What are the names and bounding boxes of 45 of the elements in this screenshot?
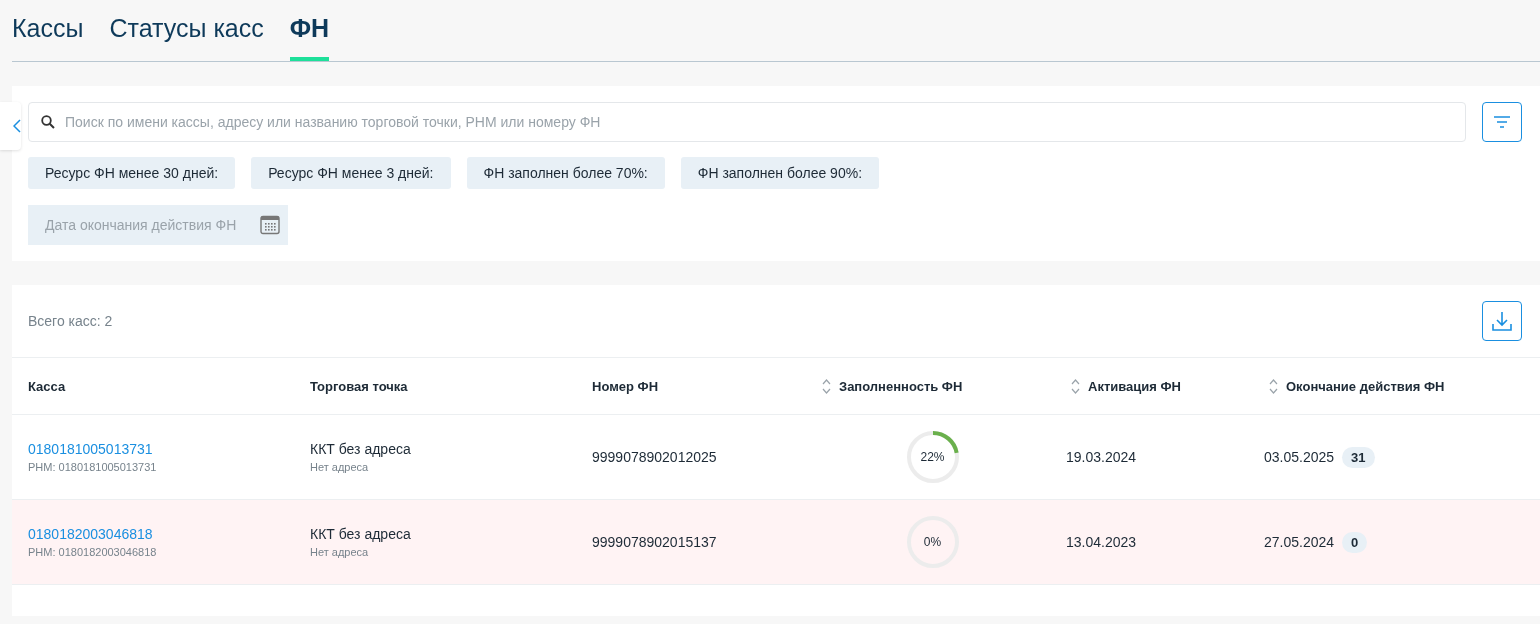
collapse-tab[interactable] [0,102,21,150]
activation-date: 19.03.2024 [1066,449,1137,465]
search-icon [41,115,55,129]
tab[interactable]: Статусы касс [109,12,264,61]
register-link[interactable]: 0180181005013731 [28,441,310,457]
rnm-text: РНМ: 0180181005013731 [28,461,158,473]
end-date: 03.05.2025 [1264,449,1335,465]
download-icon [1491,310,1513,332]
progress-ring [905,430,960,484]
fill-percent: 22% [920,450,945,464]
total-count: Всего касс: 2 [28,313,113,329]
sort-icon[interactable] [1269,378,1278,394]
chevron-left-icon [13,119,21,133]
days-left-badge: 31 [1342,446,1375,468]
filter-chip[interactable]: Ресурс ФН менее 30 дней: [28,157,236,189]
end-date: 27.05.2024 [1264,534,1335,550]
column-header: Касса [28,378,66,394]
column-header[interactable]: Окончание действия ФН [1286,378,1445,394]
column-header: Номер ФН [592,378,659,394]
fn-number: 9999078902012025 [592,449,718,465]
filter-icon [1493,116,1511,128]
filter-chip[interactable]: ФН заполнен более 90%: [680,157,880,189]
filter-chip[interactable]: Ресурс ФН менее 3 дней: [251,157,451,189]
fill-percent: 0% [923,535,942,549]
calendar-icon [260,215,280,235]
days-left-badge: 0 [1342,531,1368,553]
date-field[interactable]: Дата окончания действия ФН [28,205,288,245]
rnm-text: РНМ: 0180182003046818 [28,546,158,558]
sort-icon[interactable] [1071,378,1080,394]
download-button[interactable] [1482,301,1522,341]
tab[interactable]: Кассы [12,12,84,61]
address-text: Нет адреса [310,461,370,473]
tab[interactable]: ФН [289,12,330,61]
filter-chip[interactable]: ФН заполнен более 70%: [466,157,665,189]
column-header: Торговая точка [310,378,408,394]
column-header[interactable]: Активация ФН [1088,378,1181,394]
filter-button[interactable] [1482,102,1522,142]
activation-date: 13.04.2023 [1066,534,1137,550]
store-name: ККТ без адреса [310,441,412,457]
sort-icon[interactable] [822,378,831,394]
search-field[interactable]: Поиск по имени кассы, адресу или названию торговой точки, РНМ или номеру ФН [28,102,1466,142]
address-text: Нет адреса [310,546,370,558]
store-name: ККТ без адреса [310,526,412,542]
fn-number: 9999078902015137 [592,534,718,550]
column-header[interactable]: Заполненность ФН [839,378,963,394]
